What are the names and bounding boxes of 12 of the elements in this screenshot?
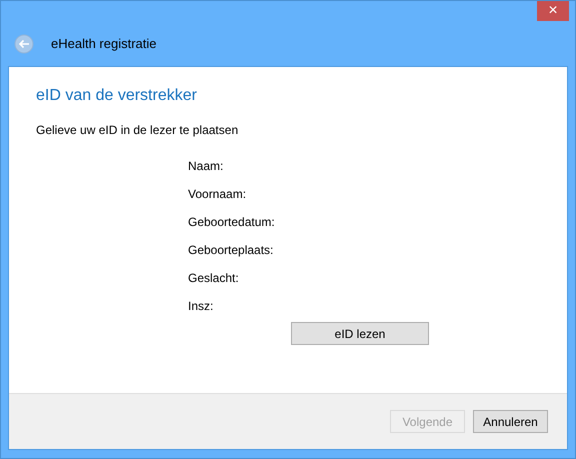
read-eid-button[interactable]: eID lezen xyxy=(291,322,429,345)
close-button[interactable]: × xyxy=(537,1,569,21)
field-label: Naam: xyxy=(188,158,224,174)
field-label: Geboortedatum: xyxy=(188,214,276,230)
instruction-text: Gelieve uw eID in de lezer te plaatsen xyxy=(36,123,240,137)
field-label: Geslacht: xyxy=(188,270,240,286)
page-heading: eID van de verstrekker xyxy=(36,87,198,105)
field-label: Geboorteplaats: xyxy=(188,242,274,258)
field-label: Voornaam: xyxy=(188,186,248,202)
window-title: eHealth registratie xyxy=(51,36,156,51)
cancel-button[interactable]: Annuleren xyxy=(473,410,548,433)
field-label: Insz: xyxy=(188,298,214,314)
